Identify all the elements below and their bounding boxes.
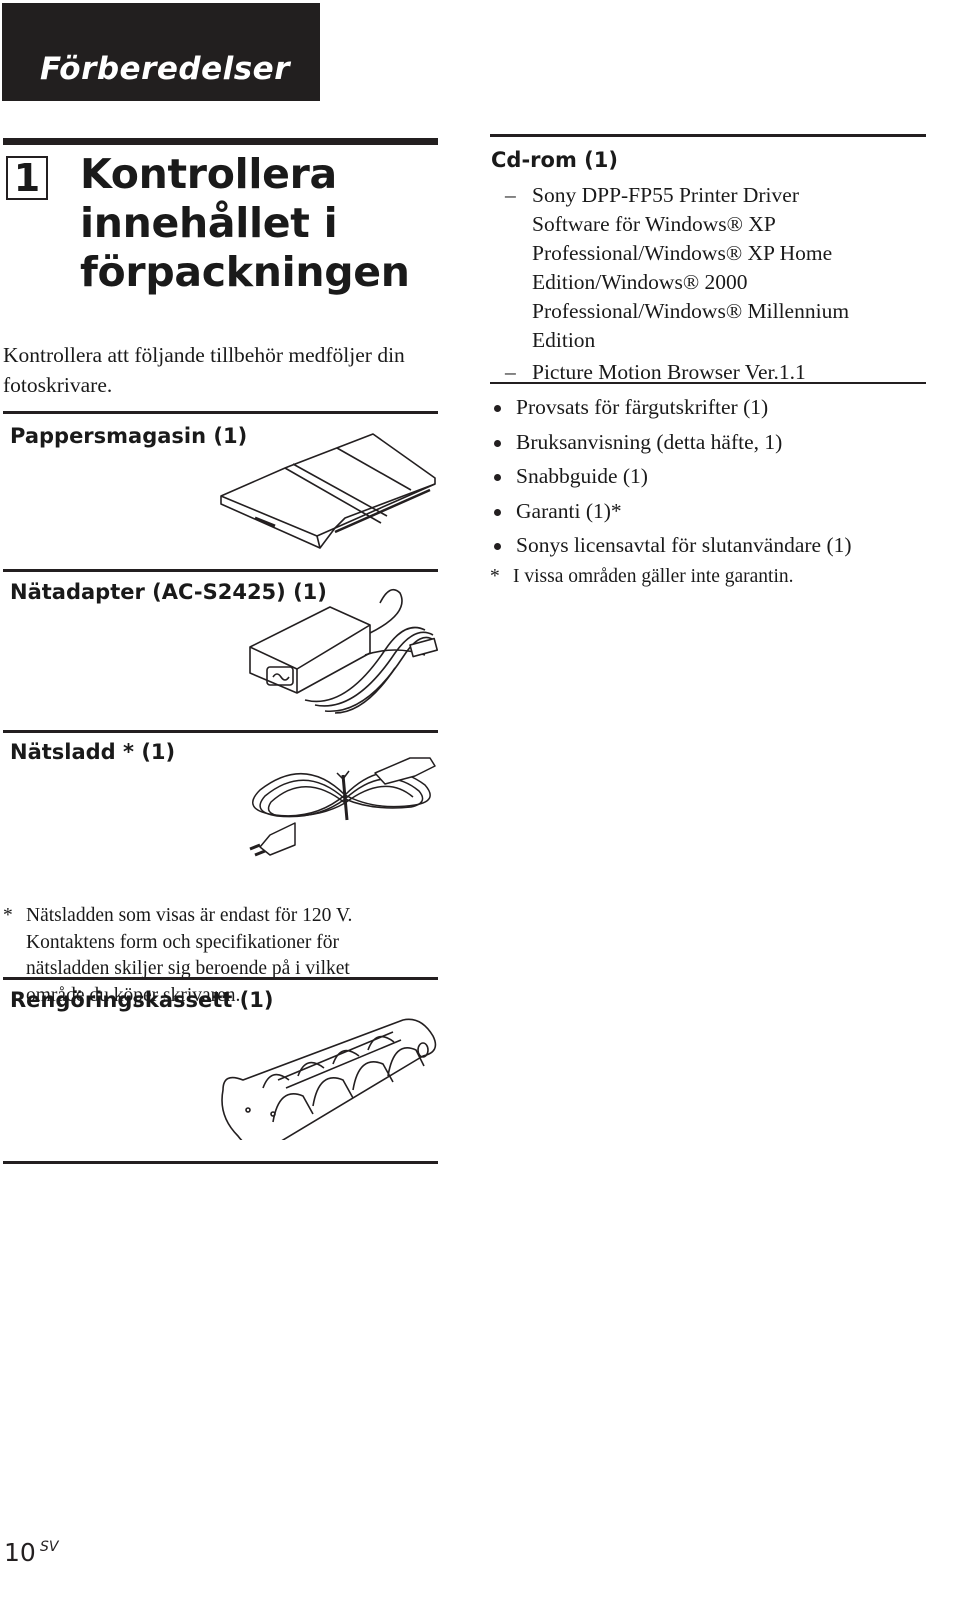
cdrom-contents-list: – Sony DPP-FP55 Printer Driver Software … bbox=[505, 181, 935, 387]
item-heading-power-cord: Nätsladd * (1) bbox=[10, 740, 176, 764]
bullet-item: Garanti (1)* bbox=[492, 494, 932, 529]
item-heading-cleaning-cassette: Rengöringskassett (1) bbox=[10, 988, 274, 1012]
cdrom-entry: – Sony DPP-FP55 Printer Driver Software … bbox=[505, 181, 935, 355]
cleaning-cassette-illustration bbox=[221, 1018, 437, 1140]
bullet-icon bbox=[494, 439, 501, 447]
page-language-code: SV bbox=[40, 1539, 59, 1555]
item-divider bbox=[3, 730, 438, 733]
bullet-icon bbox=[494, 543, 501, 550]
footnote-line: Kontaktens form och specifikationer för bbox=[26, 931, 339, 953]
accessory-bullet-list: Provsats för färgutskrifter (1) Bruksanv… bbox=[492, 390, 932, 563]
chapter-title: Förberedelser bbox=[40, 51, 290, 87]
chapter-banner: Förberedelser bbox=[2, 3, 320, 101]
ac-adapter-illustration bbox=[249, 588, 439, 714]
bullet-item: Bruksanvisning (detta häfte, 1) bbox=[492, 425, 932, 460]
footnote-line: Nätsladden som visas är endast för 120 V… bbox=[26, 905, 353, 926]
page-number: 10 bbox=[4, 1538, 36, 1567]
item-divider bbox=[3, 977, 438, 980]
paper-tray-illustration bbox=[220, 433, 436, 549]
warranty-footnote: * I vissa områden gäller inte garantin. bbox=[490, 566, 793, 588]
cdrom-entry-line: Professional/Windows® Millennium bbox=[532, 299, 850, 323]
right-column-top-rule bbox=[490, 134, 926, 137]
bullet-icon bbox=[494, 474, 501, 481]
bullet-icon bbox=[494, 508, 501, 516]
footnote-marker: * bbox=[490, 566, 500, 587]
cdrom-entry-line: Professional/Windows® XP Home bbox=[532, 241, 833, 265]
item-heading-paper-tray: Pappersmagasin (1) bbox=[10, 424, 248, 448]
cdrom-entry-line: Software för Windows® XP bbox=[532, 212, 776, 236]
item-divider bbox=[3, 411, 438, 414]
intro-text: Kontrollera att följande tillbehör medfö… bbox=[3, 343, 405, 397]
step-title-line: innehållet i bbox=[80, 199, 338, 247]
power-cord-illustration bbox=[249, 757, 436, 857]
item-divider bbox=[3, 569, 438, 572]
bullet-item: Snabbguide (1) bbox=[492, 459, 932, 494]
cdrom-entry-line: Sony DPP-FP55 Printer Driver bbox=[532, 183, 799, 207]
step-title-line: förpackningen bbox=[80, 248, 410, 296]
step-title: Kontrollera innehållet i förpackningen bbox=[80, 150, 410, 297]
footnote-marker: * bbox=[3, 905, 13, 926]
warranty-footnote-text: I vissa områden gäller inte garantin. bbox=[513, 566, 794, 587]
step-number-box: 1 bbox=[6, 156, 48, 200]
bullet-item: Sonys licensavtal för slutanvändare (1) bbox=[492, 528, 932, 563]
left-column-top-rule bbox=[3, 138, 438, 145]
bullet-item: Provsats för färgutskrifter (1) bbox=[492, 390, 932, 425]
bullet-icon bbox=[494, 405, 501, 412]
right-column-divider bbox=[490, 382, 926, 384]
bottom-rule bbox=[3, 1161, 438, 1164]
cdrom-entry-line: Edition/Windows® 2000 bbox=[532, 270, 748, 294]
cdrom-entry-line: Edition bbox=[532, 328, 596, 352]
cdrom-heading: Cd-rom (1) bbox=[491, 148, 618, 172]
dash-marker: – bbox=[505, 183, 516, 207]
step-title-line: Kontrollera bbox=[80, 150, 337, 198]
